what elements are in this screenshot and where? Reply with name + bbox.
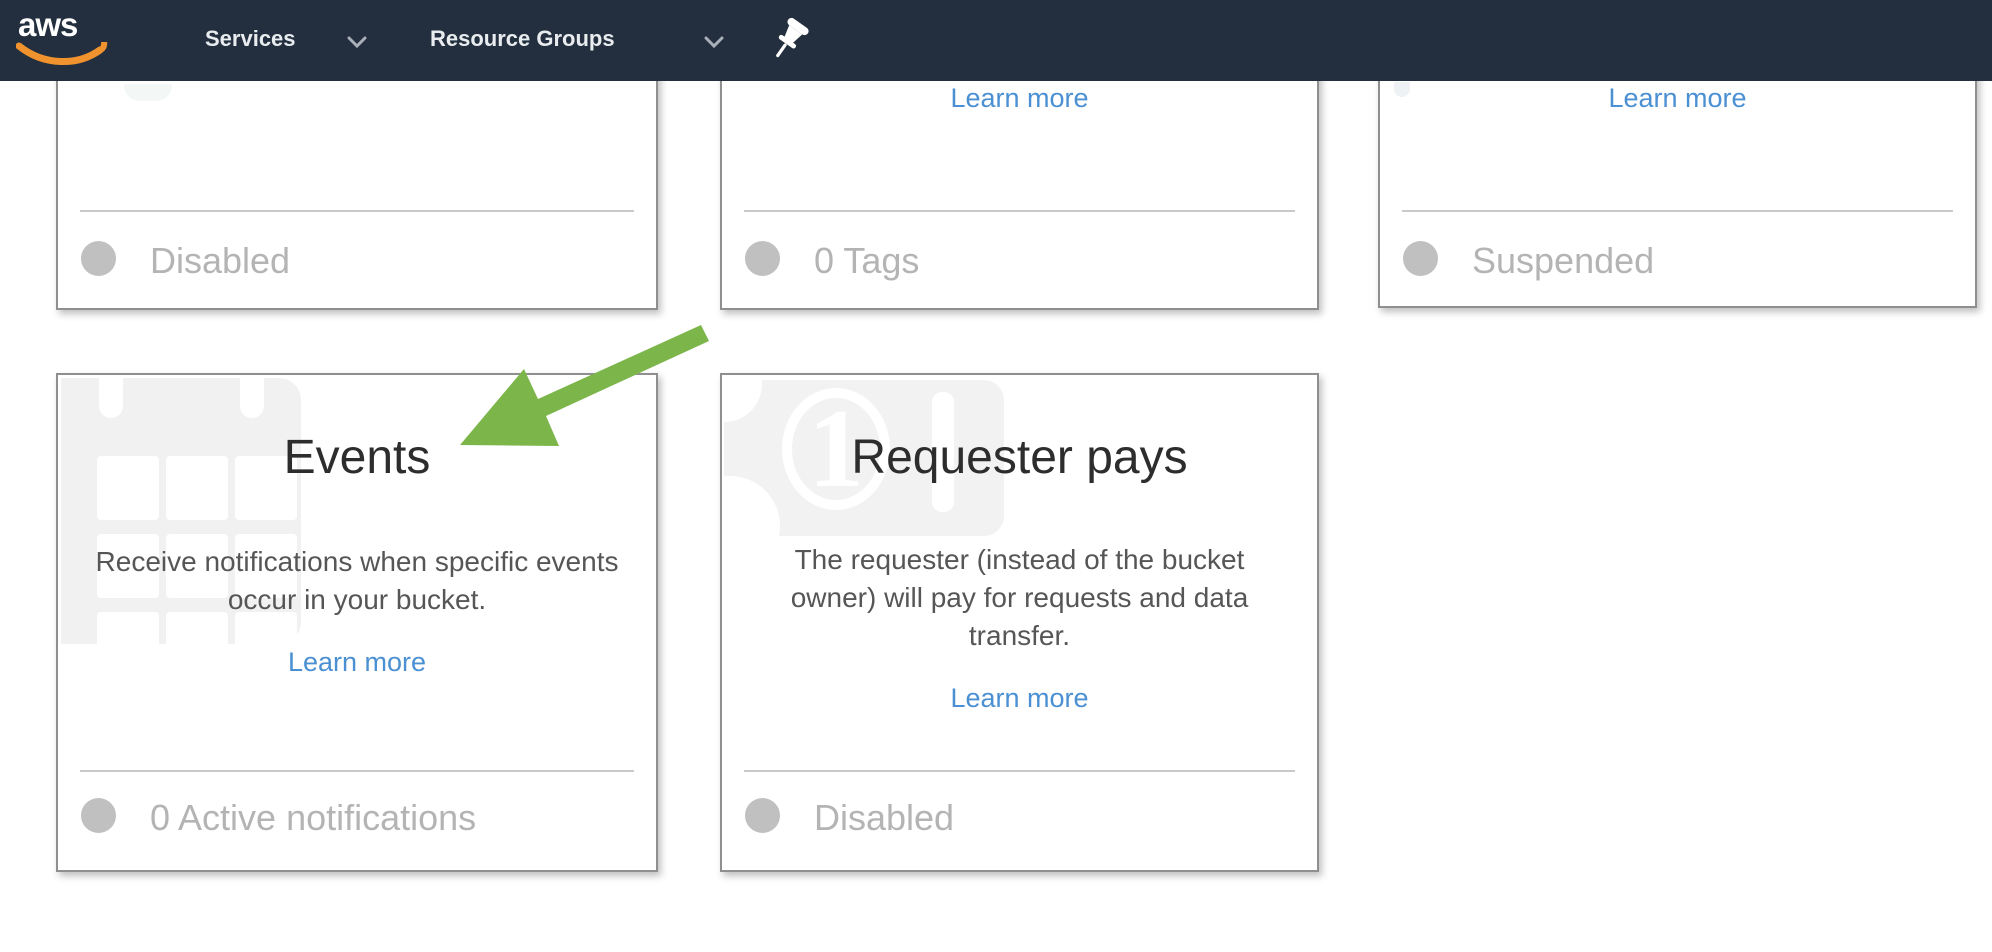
learn-more-link[interactable]: Learn more [722, 83, 1317, 114]
status-text: Disabled [814, 797, 954, 839]
card-description: Receive notifications when specific even… [58, 543, 656, 619]
description-line: Receive notifications when specific even… [58, 543, 656, 581]
status-circle-icon [1403, 241, 1438, 276]
description-line: occur in your bucket. [58, 581, 656, 619]
description-line: The requester (instead of the bucket [722, 541, 1317, 579]
status-circle-icon [81, 798, 116, 833]
chevron-down-icon[interactable] [347, 36, 367, 48]
property-card-partial-1[interactable]: Disabled [56, 58, 658, 310]
status-text: Suspended [1472, 240, 1654, 282]
status-circle-icon [745, 798, 780, 833]
status-text: 0 Active notifications [150, 797, 476, 839]
card-divider [744, 210, 1295, 212]
chevron-down-icon[interactable] [704, 36, 724, 48]
card-divider [80, 770, 634, 772]
description-line: transfer. [722, 617, 1317, 655]
learn-more-link[interactable]: Learn more [722, 683, 1317, 714]
s3-bucket-properties-screen: aws Services Resource Groups [0, 0, 1992, 952]
card-title: Events [58, 430, 656, 485]
status-circle-icon [81, 241, 116, 276]
card-divider [80, 210, 634, 212]
aws-smile-icon [16, 42, 108, 72]
ghost-icon-remnant [124, 84, 172, 101]
description-line: owner) will pay for requests and data [722, 579, 1317, 617]
property-card-partial-3[interactable]: Learn more Suspended [1378, 58, 1977, 308]
status-text: Disabled [150, 240, 290, 282]
card-description: The requester (instead of the bucket own… [722, 541, 1317, 655]
status-circle-icon [745, 241, 780, 276]
status-text: 0 Tags [814, 240, 919, 282]
learn-more-link[interactable]: Learn more [58, 647, 656, 678]
aws-logo-text: aws [18, 6, 77, 44]
card-title: Requester pays [722, 430, 1317, 485]
card-divider [744, 770, 1295, 772]
pushpin-icon[interactable] [770, 16, 810, 68]
events-card[interactable]: Events Receive notifications when specif… [56, 373, 658, 872]
property-card-partial-2[interactable]: Learn more 0 Tags [720, 58, 1319, 310]
learn-more-link[interactable]: Learn more [1380, 83, 1975, 114]
requester-pays-card[interactable]: 1 Requester pays The requester (instead … [720, 373, 1319, 872]
card-divider [1402, 210, 1953, 212]
nav-resource-groups-menu[interactable]: Resource Groups [430, 26, 615, 52]
nav-services-menu[interactable]: Services [205, 26, 296, 52]
top-nav-bar: aws Services Resource Groups [0, 0, 1992, 81]
